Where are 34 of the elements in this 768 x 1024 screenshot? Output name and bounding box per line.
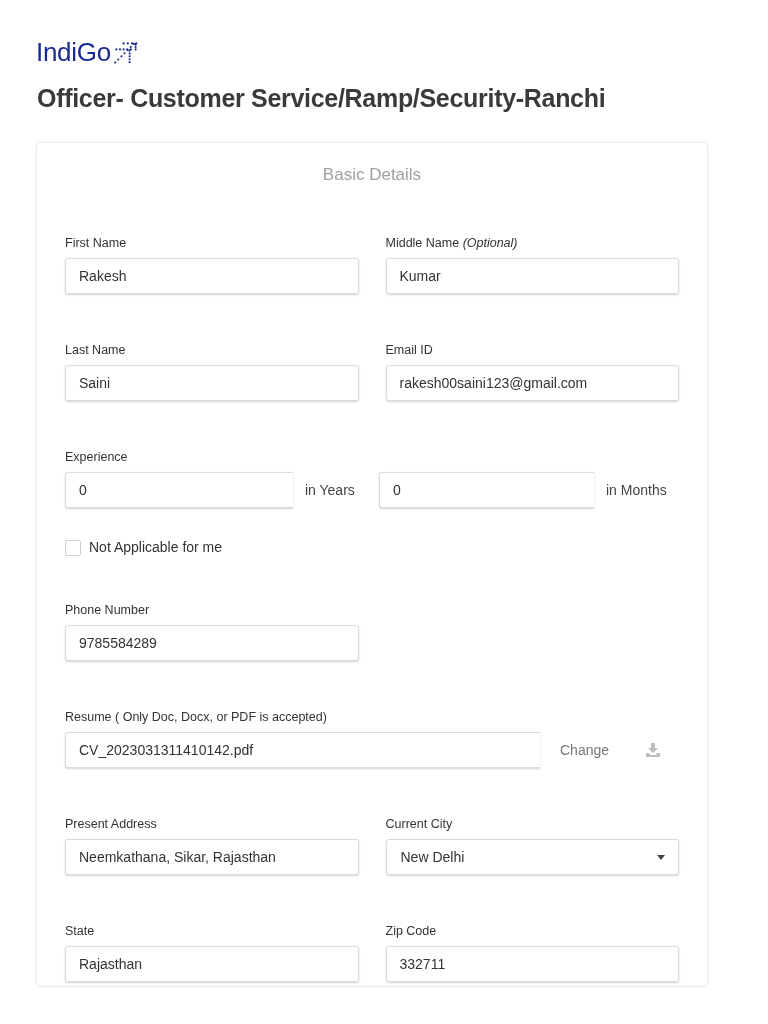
field-label: State <box>65 923 96 939</box>
field-label: Resume ( Only Doc, Docx, or PDF is accepted) <box>65 709 328 725</box>
field-label: Zip Code <box>385 923 438 939</box>
text-field[interactable]: Saini <box>65 365 359 401</box>
field-label: Middle Name (Optional) <box>385 235 519 251</box>
field-label: Email ID <box>385 342 434 358</box>
text-field[interactable]: 9785584289 <box>65 625 359 661</box>
file-field[interactable]: CV_2023031311410142.pdf <box>65 732 540 768</box>
caret-down-icon <box>657 854 665 860</box>
checkbox-label: Not Applicable for me <box>89 538 223 557</box>
section-title: Basic Details <box>321 164 423 186</box>
dotted-plane-icon <box>113 41 138 65</box>
unit-label: in Months <box>605 480 667 500</box>
download-icon[interactable] <box>646 743 661 757</box>
field-label: Present Address <box>65 816 158 832</box>
number-field[interactable]: 0 <box>379 472 594 508</box>
text-field[interactable]: Kumar <box>385 258 679 294</box>
text-field[interactable]: rakesh00saini123@gmail.com <box>385 365 679 401</box>
field-label: Current City <box>385 816 454 832</box>
text-field[interactable]: Rajasthan <box>65 946 359 982</box>
text-field[interactable]: Neemkathana, Sikar, Rajasthan <box>65 839 359 875</box>
select-field[interactable]: New Delhi <box>385 839 679 875</box>
text-field[interactable]: 332711 <box>385 946 679 982</box>
number-field[interactable]: 0 <box>65 472 293 508</box>
logo-text: IndiGo <box>36 37 111 67</box>
job-title: Officer- Customer Service/Ramp/Security-Ranchi <box>37 83 607 113</box>
checkbox[interactable] <box>65 539 81 556</box>
text-field[interactable]: Rakesh <box>65 258 359 294</box>
field-label: Phone Number <box>65 602 151 618</box>
change-button[interactable]: Change <box>560 739 610 761</box>
field-label: First Name <box>65 235 128 251</box>
field-label: Last Name <box>65 342 127 358</box>
field-label: Experience <box>65 449 129 465</box>
unit-label: in Years <box>304 480 356 500</box>
